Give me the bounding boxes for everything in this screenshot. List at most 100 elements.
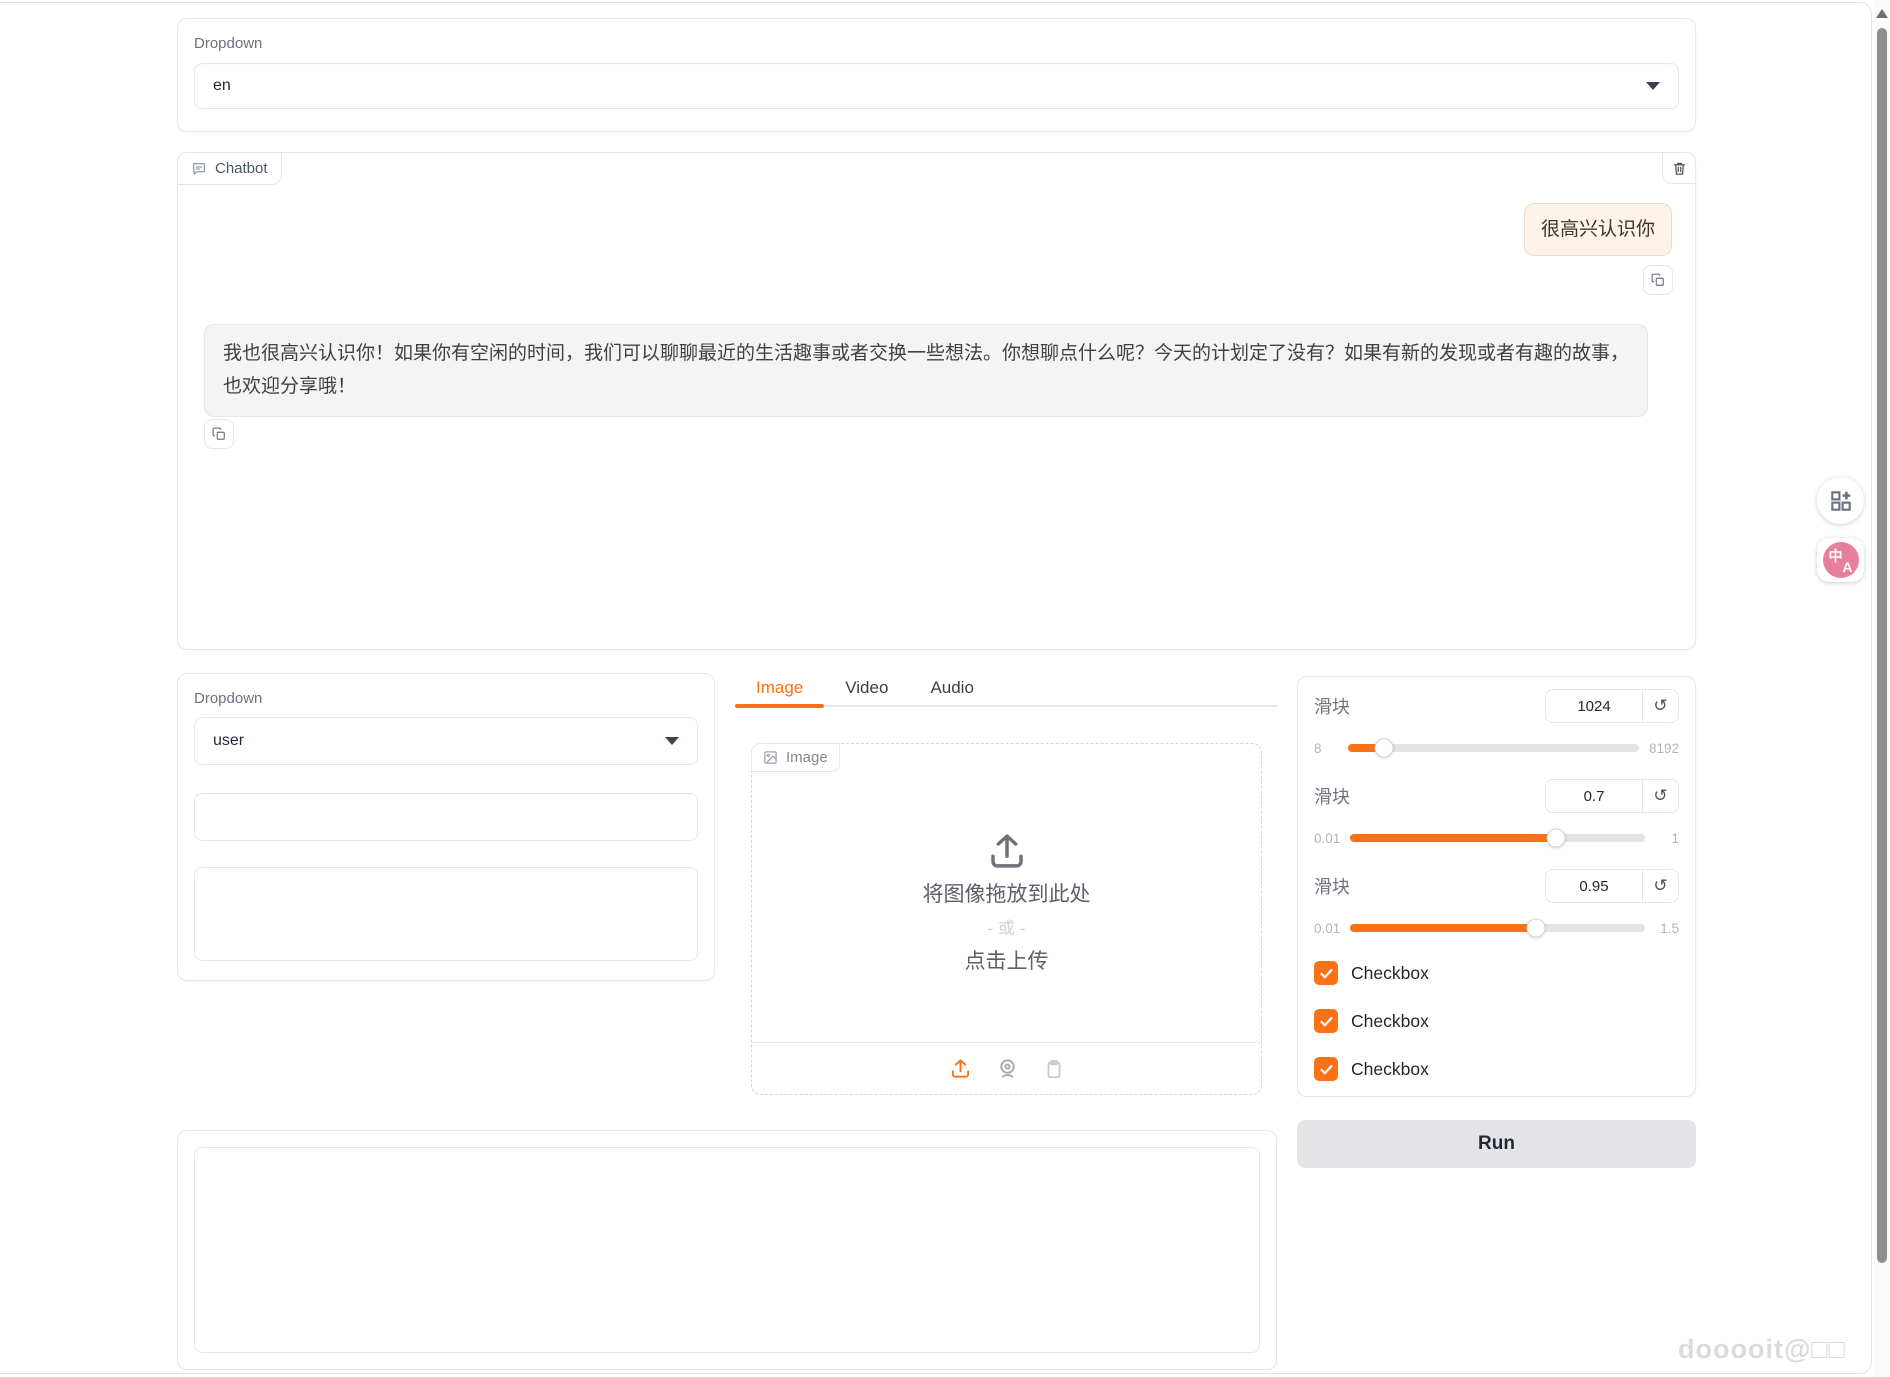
checkbox[interactable] — [1314, 1009, 1338, 1033]
scrollbar-thumb[interactable] — [1877, 28, 1887, 1263]
slider-number-group: 1024 ↺ — [1545, 689, 1679, 723]
parameters-panel: 滑块 1024 ↺ 8 8192 滑块 0.7 ↺ 0.01 1 滑块 0.95… — [1297, 676, 1696, 1097]
apps-sparkle-icon — [1830, 490, 1851, 511]
role-panel: Dropdown user — [177, 673, 715, 981]
slider-max-label: 1.5 — [1660, 920, 1679, 936]
click-to-upload-text: 点击上传 — [964, 950, 1049, 973]
slider-temperature: 滑块 0.7 ↺ 0.01 1 — [1314, 779, 1679, 848]
slider-max-label: 8192 — [1648, 740, 1679, 756]
trash-icon — [1673, 162, 1685, 175]
slider-reset-button[interactable]: ↺ — [1642, 780, 1678, 812]
translate-button[interactable]: 中 A — [1817, 538, 1864, 582]
reset-icon: ↺ — [1653, 696, 1668, 715]
copy-icon — [212, 427, 225, 440]
image-component-label: Image — [751, 743, 840, 772]
page-scrollbar[interactable] — [1874, 0, 1890, 1377]
chatbot-label: Chatbot — [177, 152, 282, 185]
copy-bot-message-button[interactable] — [204, 419, 234, 449]
slider-fill — [1350, 924, 1537, 932]
slider-track[interactable] — [1350, 918, 1645, 938]
check-icon — [1319, 1064, 1333, 1074]
image-icon — [764, 751, 777, 764]
chatbot-panel: Chatbot 很高兴认识你 我也很高兴认识你！如果你有空闲的时间，我们可以聊聊… — [177, 152, 1696, 650]
reset-icon: ↺ — [1653, 786, 1668, 805]
slider-label: 滑块 — [1314, 877, 1350, 897]
slider-number-group: 0.95 ↺ — [1545, 869, 1679, 903]
user-message: 很高兴认识你 — [1523, 203, 1672, 257]
slider-track[interactable] — [1348, 738, 1639, 758]
run-button[interactable]: Run — [1297, 1120, 1696, 1168]
slider-value-input[interactable]: 1024 — [1546, 690, 1642, 722]
gradio-app: Dropdown en Chatbot 很高兴认识你 我也很高兴认识你！如果你有… — [0, 0, 1890, 1377]
slider-reset-button[interactable]: ↺ — [1642, 690, 1678, 722]
tab-audio[interactable]: Audio — [909, 676, 994, 705]
language-dropdown-value: en — [213, 77, 231, 94]
slider-handle[interactable] — [1374, 738, 1394, 758]
chatbot-label-text: Chatbot — [215, 160, 268, 177]
webcam-icon — [999, 1059, 1015, 1078]
copy-icon — [1651, 273, 1664, 286]
output-textbox[interactable] — [194, 1147, 1260, 1353]
textbox-2[interactable] — [194, 867, 698, 961]
role-dropdown[interactable]: user — [194, 717, 698, 765]
checkbox[interactable] — [1314, 961, 1338, 985]
textbox-1[interactable] — [194, 793, 698, 841]
language-dropdown[interactable]: en — [194, 63, 1679, 109]
clipboard-source-button[interactable] — [1043, 1058, 1065, 1080]
language-dropdown-label: Dropdown — [194, 35, 263, 52]
tab-video[interactable]: Video — [824, 676, 909, 705]
tab-image[interactable]: Image — [735, 676, 825, 708]
checkbox-label: Checkbox — [1351, 1058, 1429, 1079]
checkbox-row-1[interactable]: Checkbox — [1314, 961, 1679, 985]
media-tabs: Image Video Audio — [735, 676, 1278, 708]
drop-here-text: 将图像拖放到此处 — [922, 883, 1091, 906]
user-message-text: 很高兴认识你 — [1540, 219, 1655, 240]
slider-number-group: 0.7 ↺ — [1545, 779, 1679, 813]
image-upload-dropzone[interactable]: Image 将图像拖放到此处 - 或 - 点击上传 — [751, 743, 1262, 1095]
clear-chat-button[interactable] — [1662, 152, 1696, 184]
checkbox-label: Checkbox — [1351, 962, 1429, 983]
upload-source-toolbar — [752, 1042, 1261, 1094]
slider-top-p: 滑块 0.95 ↺ 0.01 1.5 — [1314, 869, 1679, 938]
slider-label: 滑块 — [1314, 697, 1350, 717]
or-text: - 或 - — [987, 919, 1026, 938]
check-icon — [1319, 1016, 1333, 1026]
role-dropdown-value: user — [213, 732, 245, 749]
checkbox-row-2[interactable]: Checkbox — [1314, 1009, 1679, 1033]
check-icon — [1319, 968, 1333, 978]
chevron-down-icon — [1646, 82, 1660, 90]
role-dropdown-label: Dropdown — [194, 690, 263, 707]
upload-icon — [951, 1059, 969, 1078]
copy-user-message-button[interactable] — [1643, 265, 1673, 295]
upload-icon — [990, 834, 1023, 868]
slider-value-input[interactable]: 0.95 — [1546, 870, 1642, 902]
output-textbox-panel — [177, 1130, 1277, 1370]
checkbox[interactable] — [1314, 1057, 1338, 1081]
chevron-down-icon — [665, 737, 679, 745]
slider-min-label: 0.01 — [1314, 830, 1341, 846]
scrollbar-up-arrow-icon[interactable] — [1876, 9, 1888, 18]
slider-track[interactable] — [1350, 828, 1645, 848]
translate-icon: 中 A — [1822, 542, 1859, 578]
bot-message: 我也很高兴认识你！如果你有空闲的时间，我们可以聊聊最近的生活趣事或者交换一些想法… — [204, 324, 1648, 417]
watermark: dooooit@□□ — [1678, 1334, 1846, 1364]
webcam-source-button[interactable] — [996, 1057, 1019, 1080]
reset-icon: ↺ — [1653, 876, 1668, 895]
slider-handle[interactable] — [1546, 828, 1566, 848]
checkbox-label: Checkbox — [1351, 1010, 1429, 1031]
checkbox-row-3[interactable]: Checkbox — [1314, 1057, 1679, 1081]
slider-reset-button[interactable]: ↺ — [1642, 870, 1678, 902]
clipboard-icon — [1047, 1059, 1060, 1078]
slider-min-label: 0.01 — [1314, 920, 1341, 936]
upload-source-button[interactable] — [949, 1057, 972, 1080]
upload-instructions: 将图像拖放到此处 - 或 - 点击上传 — [752, 830, 1261, 975]
slider-label: 滑块 — [1314, 787, 1350, 807]
extension-sidebar-button[interactable] — [1817, 477, 1864, 524]
slider-min-label: 8 — [1314, 740, 1322, 756]
slider-handle[interactable] — [1526, 918, 1546, 938]
language-dropdown-panel: Dropdown en — [177, 18, 1696, 132]
image-component-label-text: Image — [786, 749, 828, 766]
slider-max-tokens: 滑块 1024 ↺ 8 8192 — [1314, 689, 1679, 758]
chat-bubble-icon — [193, 162, 205, 175]
slider-value-input[interactable]: 0.7 — [1546, 780, 1642, 812]
